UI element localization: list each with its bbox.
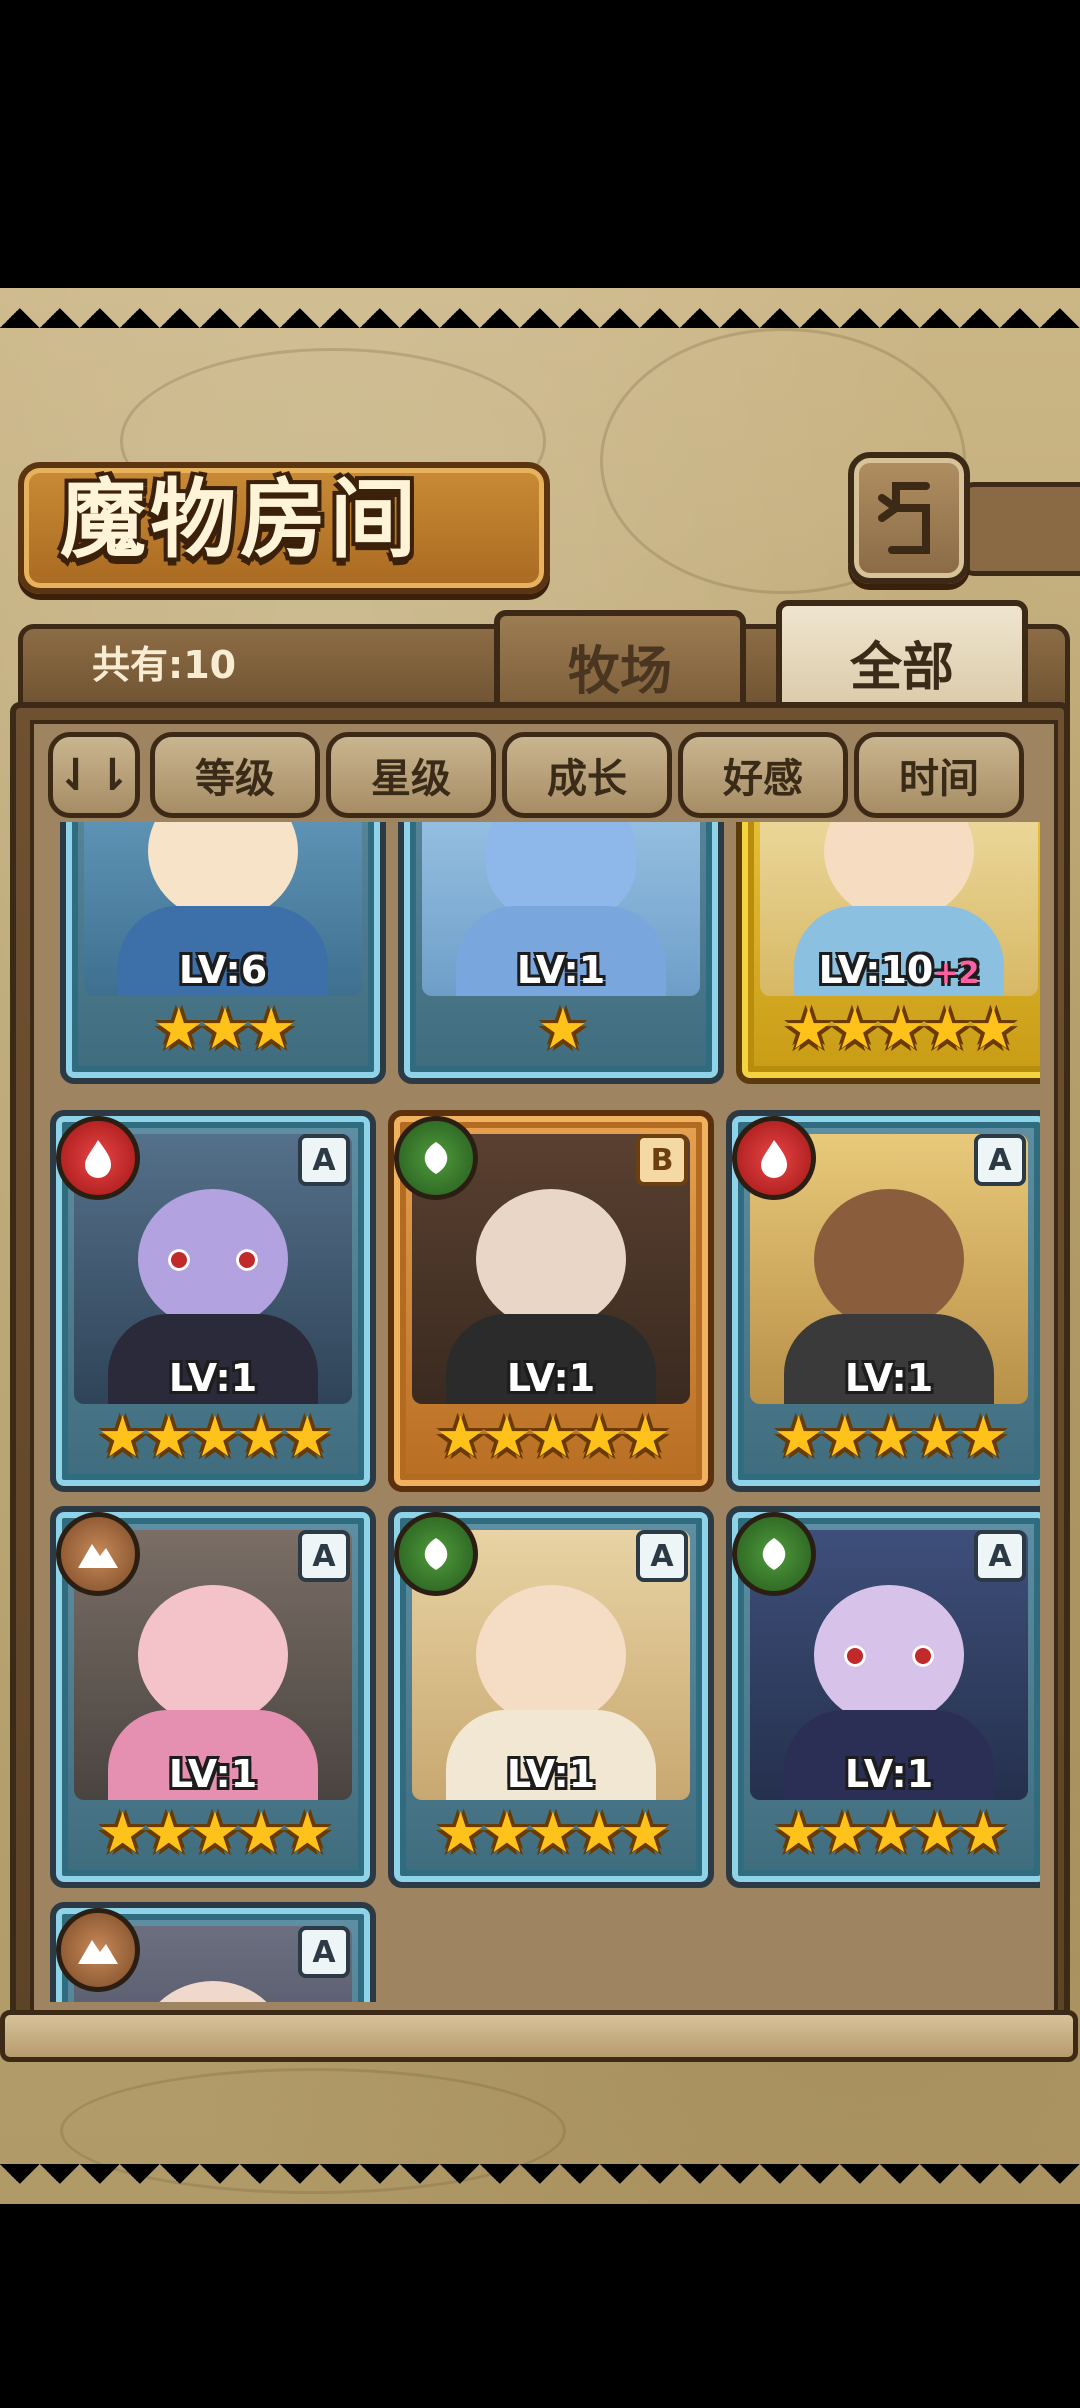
fire-element-icon [732,1116,816,1200]
monster-card[interactable]: A LV:1 ★★★★★ [50,1110,376,1492]
monster-level: LV:1 [168,1752,258,1796]
back-button[interactable] [848,452,970,584]
grass-element-icon [394,1512,478,1596]
monster-card[interactable]: A LV:1 ★★★★★ [726,1506,1040,1888]
monster-stars: ★★★★★ [783,997,1018,1062]
monster-card[interactable]: A [50,1902,376,2002]
sort-level-button[interactable]: 等级 [150,732,320,818]
monster-level: LV:1 [168,1356,258,1400]
sort-growth-button[interactable]: 成长 [502,732,672,818]
sort-affection-button[interactable]: 好感 [678,732,848,818]
monster-level: LV:1 [506,1752,596,1796]
monster-stars: ★★★★★ [773,1405,1008,1470]
sort-order-toggle[interactable]: ⇃⇂ [48,732,140,818]
sort-star-button[interactable]: 星级 [326,732,496,818]
monster-card[interactable]: B LV:1 ★★★★★ [388,1110,714,1492]
monster-level: LV:1 [516,948,606,992]
back-button-rail [960,482,1080,576]
monster-stars: ★★★★★ [435,1405,670,1470]
rank-badge: A [298,1530,350,1582]
monster-stars: ★★★★★ [435,1801,670,1866]
monster-card[interactable]: LV:10+2 ★★★★★ [736,822,1040,1084]
rank-badge: A [298,1134,350,1186]
monster-card[interactable]: LV:1 ★ [398,822,724,1084]
monster-card[interactable]: A LV:1 ★★★★★ [726,1110,1040,1492]
monster-stars: ★★★ [153,997,297,1062]
earth-element-icon [56,1908,140,1992]
monster-level: LV:1 [844,1356,934,1400]
monster-card[interactable]: A LV:1 ★★★★★ [50,1506,376,1888]
monster-stars: ★★★★★ [97,1405,332,1470]
rank-badge: B [636,1134,688,1186]
monster-stars: ★★★★★ [97,1801,332,1866]
sort-time-button[interactable]: 时间 [854,732,1024,818]
earth-element-icon [56,1512,140,1596]
rank-badge: A [974,1134,1026,1186]
torn-edge-bottom [0,2164,1080,2204]
grass-element-icon [394,1116,478,1200]
rank-badge: A [636,1530,688,1582]
level-bonus: +2 [933,956,980,991]
back-arrow-icon [878,482,930,554]
torn-edge-top [0,288,1080,328]
fire-element-icon [56,1116,140,1200]
monster-card[interactable]: A LV:1 ★★★★★ [388,1506,714,1888]
rank-badge: A [974,1530,1026,1582]
monster-grid: LV:6 ★★★ LV:1 ★ LV:10+2 ★★★★★ A LV:1 ★★★… [40,822,1040,2002]
monster-level: LV:10+2 [818,948,980,992]
grass-element-icon [732,1512,816,1596]
monster-stars: ★★★★★ [773,1801,1008,1866]
monster-level: LV:1 [506,1356,596,1400]
monster-count: 共有:10 [92,643,237,687]
monster-card[interactable]: LV:6 ★★★ [60,822,386,1084]
panel-bottom-rail [0,2010,1078,2062]
monster-level: LV:6 [178,948,268,992]
monster-level: LV:1 [844,1752,934,1796]
rank-badge: A [298,1926,350,1978]
monster-stars: ★ [537,997,588,1062]
page-title: 魔物房间 [60,469,420,570]
